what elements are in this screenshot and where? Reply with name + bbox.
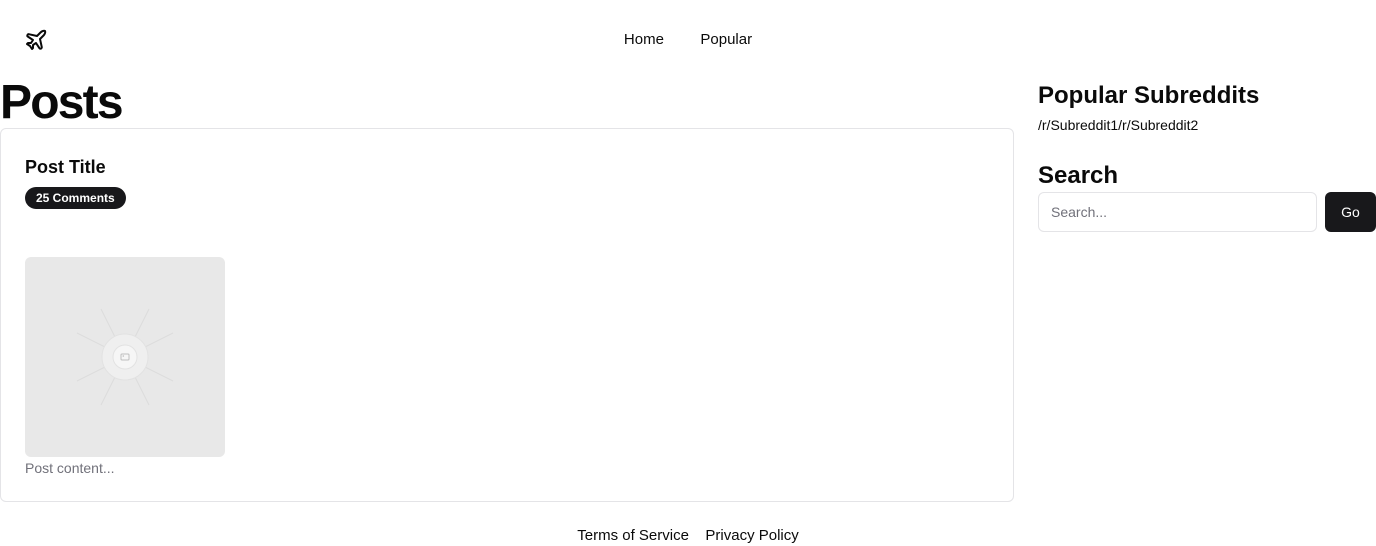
- post-card[interactable]: Post Title 25 Comments Post content...: [0, 128, 1014, 502]
- search-heading: Search: [1038, 162, 1119, 189]
- page-title: Posts: [0, 76, 124, 129]
- image-placeholder-icon: [76, 308, 174, 406]
- post-title[interactable]: Post Title: [25, 155, 106, 179]
- post-content: Post content...: [25, 460, 115, 476]
- terms-of-service-link[interactable]: Terms of Service: [577, 526, 689, 546]
- nav-popular-link[interactable]: Popular: [700, 30, 752, 50]
- comments-badge[interactable]: 25 Comments: [25, 187, 126, 209]
- main-nav: Home Popular: [0, 30, 1376, 50]
- site-header: Home Popular: [0, 0, 1376, 80]
- post-image: [25, 257, 225, 457]
- subreddit-list: /r/Subreddit1/r/Subreddit2: [1038, 116, 1198, 134]
- subreddit-link[interactable]: /r/Subreddit1: [1038, 117, 1118, 133]
- search-go-button[interactable]: Go: [1325, 192, 1376, 232]
- nav-home-link[interactable]: Home: [624, 30, 664, 50]
- popular-subreddits-heading: Popular Subreddits: [1038, 82, 1260, 109]
- subreddit-link[interactable]: /r/Subreddit2: [1118, 117, 1198, 133]
- search-input[interactable]: [1038, 192, 1317, 232]
- site-footer: Terms of Service Privacy Policy: [0, 526, 1376, 546]
- privacy-policy-link[interactable]: Privacy Policy: [705, 526, 798, 546]
